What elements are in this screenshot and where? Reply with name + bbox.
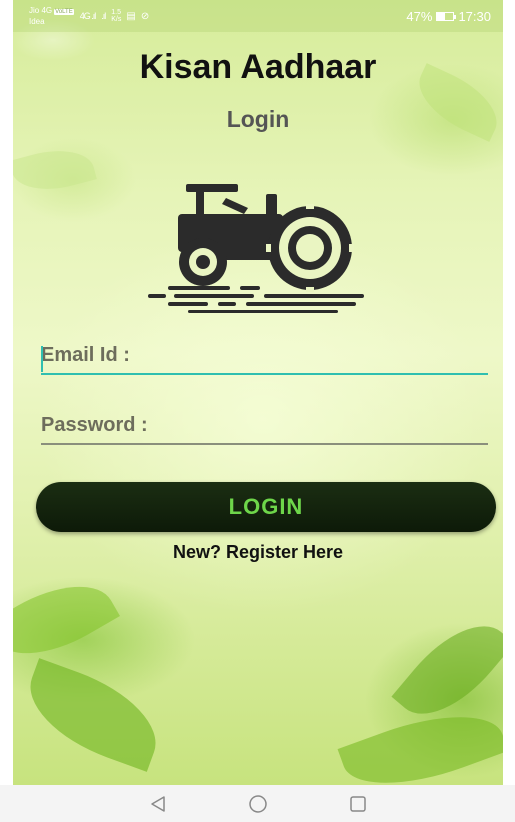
home-button[interactable] — [208, 785, 308, 822]
password-input[interactable] — [41, 410, 488, 443]
email-field-wrapper — [41, 340, 488, 375]
back-button[interactable] — [108, 785, 208, 822]
signal-icon-2: .ıl — [101, 11, 106, 21]
status-right: 47% 17:30 — [406, 9, 491, 24]
carrier-name-2: Idea — [29, 17, 45, 26]
recents-square-icon — [349, 795, 366, 812]
volte-badge: VoLTE — [54, 9, 74, 15]
back-triangle-icon — [150, 795, 165, 812]
register-link[interactable]: New? Register Here — [13, 542, 503, 563]
app-screen: Jio 4G VoLTE Idea 4G .ıl .ıl 1.5 K/s ▤ ⊘ … — [13, 0, 503, 785]
speed-unit: K/s — [111, 16, 122, 23]
no-alarm-icon: ⊘ — [140, 10, 150, 22]
notification-icon: ▤ — [126, 10, 136, 22]
signal-icon: 4G .ıl — [79, 11, 96, 21]
page-title: Login — [226, 106, 290, 132]
password-field-wrapper — [41, 410, 488, 445]
network-speed: 1.5 K/s — [111, 9, 121, 23]
status-bar: Jio 4G VoLTE Idea 4G .ıl .ıl 1.5 K/s ▤ ⊘ … — [13, 0, 503, 32]
battery-icon — [436, 11, 457, 21]
app-title: Kisan Aadhaar — [139, 48, 377, 86]
leaf-decoration — [13, 140, 97, 200]
clock: 17:30 — [458, 8, 491, 24]
carrier-info: Jio 4G VoLTE Idea — [29, 6, 74, 26]
leaf-decoration — [391, 604, 503, 736]
text-caret — [41, 346, 43, 372]
leaf-decoration — [15, 658, 171, 772]
password-underline — [41, 443, 488, 445]
leaf-decoration — [13, 564, 120, 676]
speed-value: 1.5 — [111, 9, 121, 16]
email-input[interactable] — [41, 340, 488, 373]
email-underline — [41, 373, 488, 375]
battery-percent: 47% — [406, 8, 433, 24]
login-button[interactable]: LOGIN — [36, 482, 496, 532]
carrier-name-1: Jio 4G — [29, 6, 53, 15]
home-circle-icon — [248, 794, 267, 813]
recents-button[interactable] — [308, 785, 408, 822]
navigation-bar — [0, 785, 515, 822]
tractor-icon — [148, 184, 364, 313]
